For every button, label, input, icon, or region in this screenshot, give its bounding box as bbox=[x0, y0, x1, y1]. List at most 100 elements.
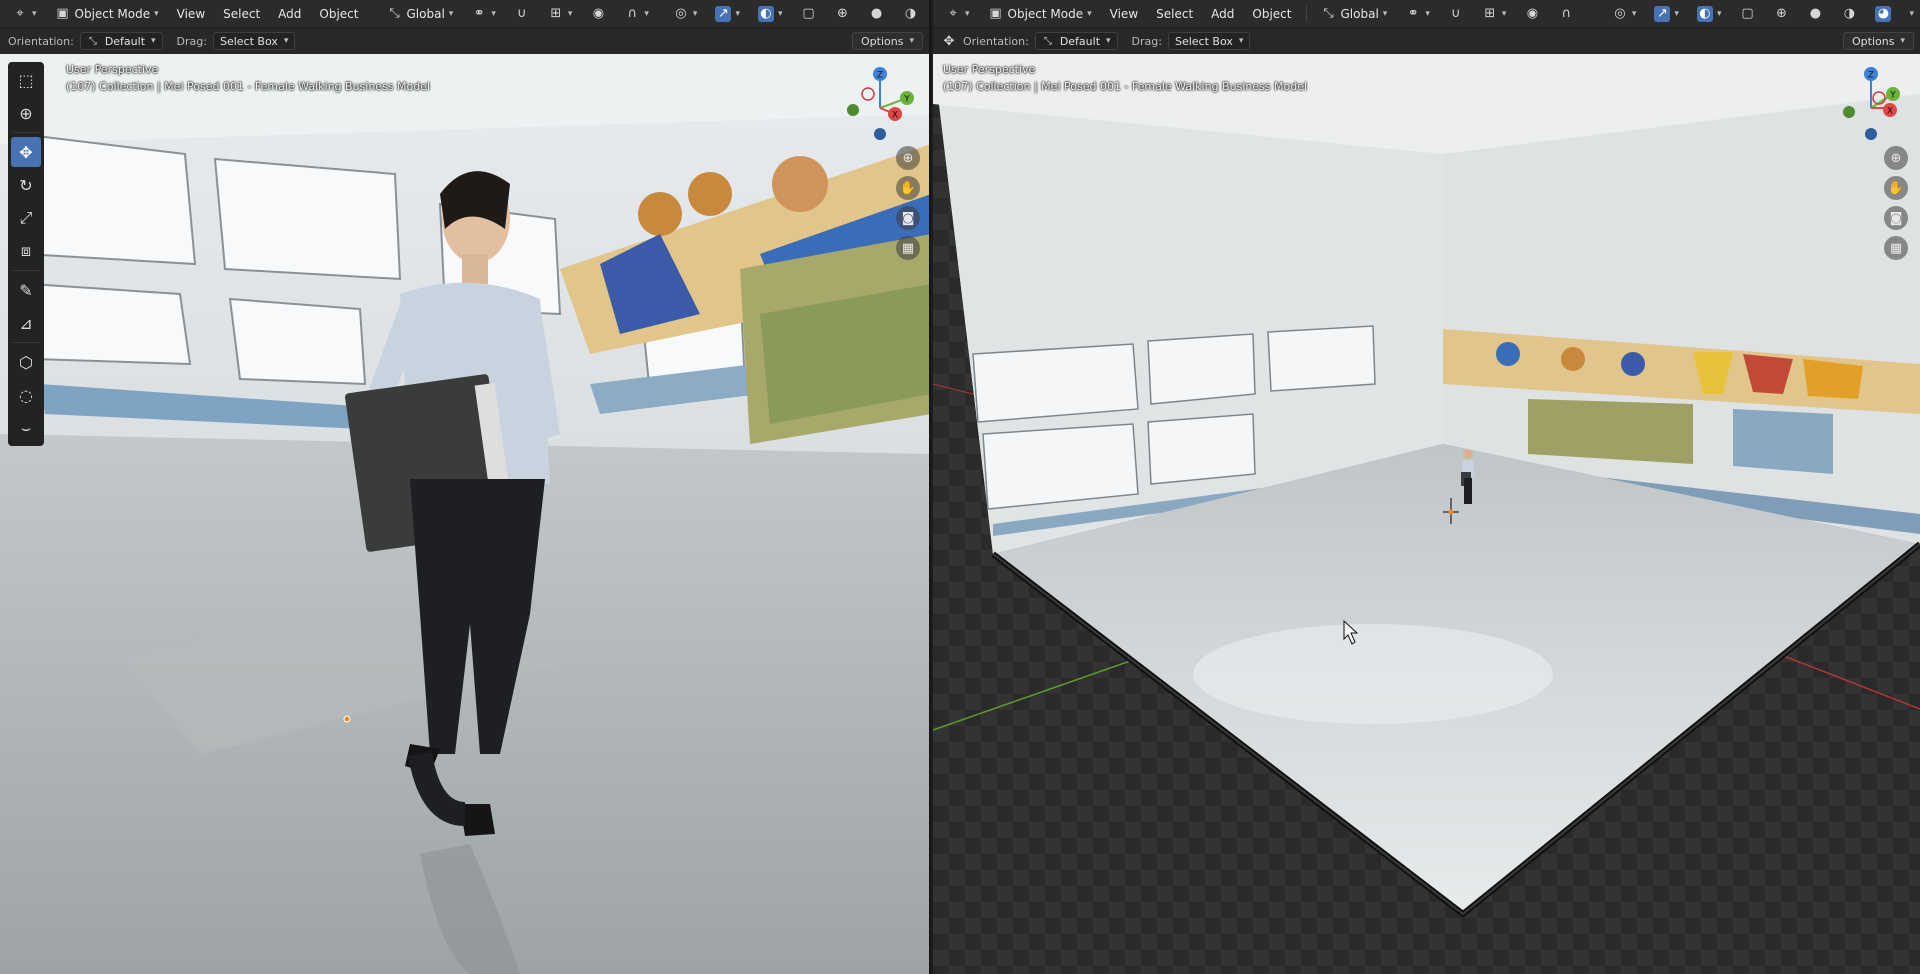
transform-tool[interactable]: ⧈ bbox=[11, 236, 41, 266]
navigation-gizmo[interactable]: Z Y X bbox=[840, 62, 920, 142]
gizmo-icon: ↗ bbox=[715, 5, 732, 22]
snap-toggle[interactable]: ∪ bbox=[1442, 4, 1470, 24]
viewport-header: ⌖ ▾ ▣ Object Mode ▾ View Select Add Object … bbox=[0, 0, 929, 28]
shear-tool[interactable]: ◌ bbox=[11, 380, 41, 410]
falloff-curve-icon: ∩ bbox=[627, 6, 638, 21]
menu-select[interactable]: Select bbox=[1150, 4, 1199, 24]
move-tool[interactable]: ✥ bbox=[11, 137, 41, 167]
tool-shelf: ⬚ ⊕ ✥ ↻ ⤢ ⧈ ✎ ⊿ ⬡ ◌ ⌣ bbox=[8, 62, 44, 446]
magnet-icon: ∪ bbox=[1451, 6, 1461, 21]
xray-toggle[interactable]: ▢ bbox=[795, 4, 823, 24]
right-3d-viewport[interactable]: ⌖ ▾ ▣ Object Mode ▾ View Select Add Object … bbox=[933, 0, 1920, 974]
wireframe-shading[interactable]: ⊕ bbox=[829, 4, 857, 24]
options-dropdown[interactable]: Options ▾ bbox=[852, 32, 923, 50]
grid-perspective-icon[interactable]: ▦ bbox=[1884, 236, 1908, 260]
drag-label: Drag: bbox=[1131, 34, 1162, 48]
xray-toggle[interactable]: ▢ bbox=[1733, 4, 1761, 24]
orientation-icon: ⤡ bbox=[389, 6, 400, 21]
mode-dropdown[interactable]: ▣ Object Mode ▾ bbox=[982, 4, 1098, 24]
menu-add[interactable]: Add bbox=[1205, 4, 1240, 24]
rendered-shading[interactable]: ◕ bbox=[931, 4, 932, 24]
grid-perspective-icon[interactable]: ▦ bbox=[896, 236, 920, 260]
camera-icon[interactable]: ◙ bbox=[1884, 206, 1908, 230]
transform-orientation-dropdown[interactable]: ⤡ Global ▾ bbox=[381, 4, 460, 24]
drag-dropdown[interactable]: Select Box ▾ bbox=[212, 32, 296, 50]
menu-view[interactable]: View bbox=[1104, 4, 1144, 24]
menu-object[interactable]: Object bbox=[1246, 4, 1297, 24]
snap-grid-icon: ⊞ bbox=[550, 6, 562, 21]
rotate-tool[interactable]: ↻ bbox=[11, 170, 41, 200]
menu-object[interactable]: Object bbox=[313, 4, 364, 24]
object-info-label: (107) Collection | Mei Posed 001 - Femal… bbox=[943, 80, 1308, 93]
shading-dropdown[interactable]: ▾ bbox=[1903, 4, 1920, 24]
gizmo-neg-z[interactable] bbox=[1865, 128, 1877, 140]
camera-icon[interactable]: ◙ bbox=[896, 206, 920, 230]
material-shading[interactable]: ◑ bbox=[1835, 4, 1863, 24]
hand-pan-icon[interactable]: ✋ bbox=[896, 176, 920, 200]
curve-tool[interactable]: ⌣ bbox=[11, 413, 41, 443]
solid-shading[interactable]: ● bbox=[863, 4, 891, 24]
solid-shading[interactable]: ● bbox=[1801, 4, 1829, 24]
options-dropdown[interactable]: Options ▾ bbox=[1843, 32, 1914, 50]
orientation-dropdown[interactable]: ⤡ Default ▾ bbox=[1034, 32, 1118, 50]
snap-toggle[interactable]: ∪ bbox=[508, 4, 536, 24]
cursor-tool[interactable]: ⊕ bbox=[11, 98, 41, 128]
overlay-toggle[interactable]: ◐ ▾ bbox=[752, 4, 789, 24]
visibility-dropdown[interactable]: ◎ ▾ bbox=[667, 4, 704, 24]
hand-pan-icon[interactable]: ✋ bbox=[1884, 176, 1908, 200]
object-info-label: (107) Collection | Mei Posed 001 - Femal… bbox=[66, 80, 431, 93]
snap-grid-icon: ⊞ bbox=[1484, 6, 1496, 21]
proportional-edit-toggle[interactable]: ◉ bbox=[584, 4, 612, 24]
annotate-tool[interactable]: ✎ bbox=[11, 275, 41, 305]
solid-sphere-icon: ● bbox=[870, 6, 883, 21]
wireframe-shading[interactable]: ⊕ bbox=[1767, 4, 1795, 24]
3d-viewport-icon: ⌖ bbox=[949, 6, 957, 21]
snap-dropdown[interactable]: ⊞ ▾ bbox=[542, 4, 579, 24]
navigation-buttons: ⊕ ✋ ◙ ▦ bbox=[896, 146, 920, 260]
link-icon: ⚭ bbox=[1407, 6, 1419, 21]
transform-orientation-dropdown[interactable]: ⤡ Global ▾ bbox=[1315, 4, 1394, 24]
scale-tool[interactable]: ⤢ bbox=[11, 203, 41, 233]
gizmo-neg-x[interactable] bbox=[861, 87, 875, 101]
gizmo-neg-z[interactable] bbox=[874, 128, 886, 140]
material-sphere-icon: ◑ bbox=[904, 6, 917, 21]
left-3d-viewport[interactable]: ⌖ ▾ ▣ Object Mode ▾ View Select Add Object … bbox=[0, 0, 931, 974]
menu-select[interactable]: Select bbox=[217, 4, 266, 24]
visibility-dropdown[interactable]: ◎ ▾ bbox=[1606, 4, 1643, 24]
navigation-gizmo[interactable]: Z Y X bbox=[1831, 62, 1911, 142]
gizmo-toggle[interactable]: ↗ ▾ bbox=[709, 4, 746, 24]
orientation-label: Orientation: bbox=[8, 34, 74, 48]
menu-view[interactable]: View bbox=[171, 4, 211, 24]
select-box-tool[interactable]: ⬚ bbox=[11, 65, 41, 95]
proportional-edit-toggle[interactable]: ◉ bbox=[1518, 4, 1546, 24]
gizmo-neg-y[interactable] bbox=[847, 104, 859, 116]
add-cube-tool[interactable]: ⬡ bbox=[11, 347, 41, 377]
falloff-dropdown[interactable]: ∩ bbox=[1552, 4, 1580, 24]
mode-dropdown[interactable]: ▣ Object Mode ▾ bbox=[49, 4, 165, 24]
xray-icon: ▢ bbox=[802, 6, 815, 21]
gizmo-toggle[interactable]: ↗ ▾ bbox=[1648, 4, 1685, 24]
move-tool-icon: ✥ bbox=[943, 33, 955, 49]
zoom-icon[interactable]: ⊕ bbox=[896, 146, 920, 170]
editor-type-button[interactable]: ⌖ ▾ bbox=[6, 4, 43, 24]
rendered-shading[interactable]: ◕ bbox=[1869, 4, 1897, 24]
viewport-scene-render[interactable] bbox=[933, 54, 1920, 974]
zoom-icon[interactable]: ⊕ bbox=[1884, 146, 1908, 170]
tool-settings-bar: Orientation: ⤡ Default ▾ Drag: Select Box ▾… bbox=[0, 28, 929, 54]
orientation-dropdown[interactable]: ⤡ Default ▾ bbox=[79, 32, 163, 50]
pivot-dropdown[interactable]: ⚭ ▾ bbox=[465, 4, 502, 24]
material-shading[interactable]: ◑ bbox=[897, 4, 925, 24]
navigation-buttons: ⊕ ✋ ◙ ▦ bbox=[1884, 146, 1908, 260]
drag-label: Drag: bbox=[176, 34, 207, 48]
snap-dropdown[interactable]: ⊞ ▾ bbox=[1476, 4, 1513, 24]
overlay-toggle[interactable]: ◐ ▾ bbox=[1691, 4, 1728, 24]
editor-type-button[interactable]: ⌖ ▾ bbox=[939, 4, 976, 24]
drag-dropdown[interactable]: Select Box ▾ bbox=[1167, 32, 1251, 50]
viewport-scene-render[interactable] bbox=[0, 54, 931, 974]
falloff-dropdown[interactable]: ∩ ▾ bbox=[618, 4, 655, 24]
menu-add[interactable]: Add bbox=[272, 4, 307, 24]
wireframe-sphere-icon: ⊕ bbox=[1776, 6, 1787, 21]
pivot-dropdown[interactable]: ⚭ ▾ bbox=[1399, 4, 1436, 24]
gizmo-neg-y[interactable] bbox=[1843, 106, 1855, 118]
measure-tool[interactable]: ⊿ bbox=[11, 308, 41, 338]
